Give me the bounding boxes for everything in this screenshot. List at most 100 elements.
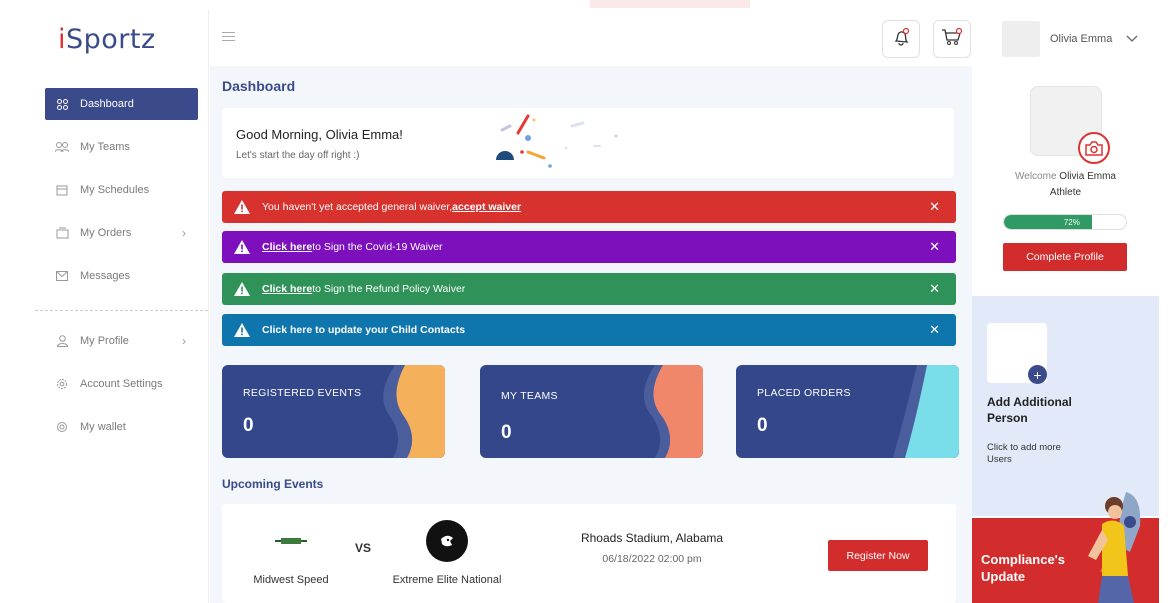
- sidebar-item-messages[interactable]: Messages: [45, 260, 198, 292]
- registered-events-card[interactable]: REGISTERED EVENTS 0: [222, 365, 445, 458]
- sidebar-item-dashboard[interactable]: Dashboard: [45, 88, 198, 120]
- compliance-title: Compliance's Update: [981, 552, 1066, 584]
- sidebar-item-label: My wallet: [80, 421, 126, 433]
- sidebar-item-my-schedules[interactable]: My Schedules: [45, 174, 198, 206]
- cart-button[interactable]: [933, 20, 971, 58]
- venue-name: Rhoads Stadium, Alabama: [580, 531, 724, 545]
- plus-icon[interactable]: +: [1028, 365, 1047, 384]
- event-venue: Rhoads Stadium, Alabama 06/18/2022 02:00…: [567, 531, 737, 565]
- main-content: Dashboard Good Morning, Olivia Emma! Let…: [210, 66, 972, 603]
- card-label: REGISTERED EVENTS: [243, 387, 362, 399]
- chevron-down-icon: [1126, 32, 1138, 46]
- close-icon[interactable]: ✕: [929, 281, 940, 297]
- greeting-card: Good Morning, Olivia Emma! Let's start t…: [222, 108, 954, 178]
- alert-text: to Sign the Covid-19 Waiver: [312, 241, 443, 253]
- sidebar-item-label: My Teams: [80, 141, 130, 153]
- sidebar-item-label: My Profile: [80, 335, 129, 347]
- sidebar-item-my-profile[interactable]: My Profile ›: [45, 325, 198, 357]
- team-logo: [270, 520, 312, 562]
- user-icon: [55, 334, 69, 348]
- warning-icon: [234, 282, 250, 296]
- warning-icon: [234, 323, 250, 337]
- logo[interactable]: iSportz: [58, 24, 156, 55]
- menu-icon[interactable]: [222, 32, 235, 42]
- sidebar-item-my-wallet[interactable]: My wallet: [45, 411, 198, 443]
- wallet-icon: [55, 420, 69, 434]
- sidebar-item-label: Account Settings: [80, 378, 163, 390]
- team-away: Extreme Elite National: [382, 520, 512, 586]
- orders-icon: [55, 226, 69, 240]
- close-icon[interactable]: ✕: [929, 322, 940, 338]
- alert-text: to Sign the Refund Policy Waiver: [312, 283, 466, 295]
- grid-icon: [55, 97, 69, 111]
- app: iSportz Dashboard My Teams My Schedules …: [0, 0, 1172, 603]
- vs-label: VS: [355, 541, 372, 555]
- add-person-card[interactable]: + Add Additional Person Click to add mor…: [972, 296, 1159, 516]
- user-name: Olivia Emma: [1050, 33, 1113, 45]
- progress-label: 72%: [1063, 217, 1080, 227]
- gear-icon: [55, 377, 69, 391]
- sidebar-item-label: Messages: [80, 270, 131, 282]
- bell-icon: [892, 27, 910, 52]
- camera-icon[interactable]: [1078, 132, 1110, 164]
- click-here-link[interactable]: Click here: [262, 241, 312, 253]
- my-teams-card[interactable]: MY TEAMS 0: [480, 365, 703, 458]
- calendar-icon: [55, 183, 69, 197]
- sidebar: iSportz Dashboard My Teams My Schedules …: [34, 10, 209, 603]
- confetti-illustration: [496, 114, 618, 168]
- card-value: 0: [501, 422, 512, 443]
- add-person-title: Add Additional Person: [987, 395, 1072, 425]
- sidebar-item-my-orders[interactable]: My Orders ›: [45, 217, 198, 249]
- card-value: 0: [757, 415, 768, 436]
- click-here-link[interactable]: Click here: [262, 283, 312, 295]
- divider: [35, 310, 208, 311]
- sidebar-item-account-settings[interactable]: Account Settings: [45, 368, 198, 400]
- progress-fill: 72%: [1004, 215, 1092, 229]
- upcoming-events-title: Upcoming Events: [222, 477, 324, 491]
- user-menu[interactable]: Olivia Emma: [1002, 20, 1138, 58]
- team-name: Extreme Elite National: [392, 574, 502, 586]
- add-person-subtitle: Click to add more Users: [987, 442, 1061, 465]
- greeting-subtitle: Let's start the day off right :): [236, 150, 360, 161]
- cart-icon: [941, 27, 963, 52]
- sidebar-item-label: My Schedules: [80, 184, 150, 196]
- register-now-button[interactable]: Register Now: [828, 540, 928, 571]
- card-decoration: [893, 365, 959, 458]
- sidebar-nav: Dashboard My Teams My Schedules My Order…: [35, 88, 208, 454]
- close-icon[interactable]: ✕: [929, 199, 940, 215]
- alert-text: Click here to update your Child Contacts: [262, 324, 466, 336]
- alert-text: You haven't yet accepted general waiver,: [262, 201, 453, 213]
- page-title: Dashboard: [222, 78, 296, 94]
- compliance-card[interactable]: Compliance's Update: [972, 492, 1159, 603]
- card-decoration: [383, 365, 445, 458]
- team-logo: [426, 520, 468, 562]
- profile-panel: Welcome Olivia Emma Athlete 72% Complete…: [972, 66, 1159, 603]
- event-row: Midwest Speed VS Extreme Elite National …: [222, 504, 956, 603]
- sidebar-item-label: My Orders: [80, 227, 132, 239]
- event-datetime: 06/18/2022 02:00 pm: [602, 553, 702, 565]
- team-home: Midwest Speed: [246, 520, 336, 586]
- child-contacts-alert[interactable]: Click here to update your Child Contacts…: [222, 314, 956, 346]
- rocket-illustration: [1088, 492, 1141, 603]
- sidebar-item-my-teams[interactable]: My Teams: [45, 131, 198, 163]
- waiver-alert: You haven't yet accepted general waiver,…: [222, 191, 956, 223]
- avatar: [1002, 21, 1040, 57]
- placed-orders-card[interactable]: PLACED ORDERS 0: [736, 365, 959, 458]
- teams-icon: [55, 140, 69, 154]
- warning-icon: [234, 200, 250, 214]
- warning-icon: [234, 240, 250, 254]
- accept-waiver-link[interactable]: accept waiver: [452, 201, 521, 213]
- welcome-prefix: Welcome: [1015, 171, 1060, 182]
- notification-button[interactable]: [882, 20, 920, 58]
- covid-waiver-alert: Click here to Sign the Covid-19 Waiver ✕: [222, 231, 956, 263]
- welcome-name: Olivia Emma: [1059, 171, 1116, 182]
- chevron-right-icon: ›: [182, 226, 186, 240]
- mail-icon: [55, 269, 69, 283]
- card-label: MY TEAMS: [501, 390, 558, 402]
- close-icon[interactable]: ✕: [929, 239, 940, 255]
- welcome-text: Welcome Olivia Emma Athlete: [972, 169, 1159, 201]
- greeting-title: Good Morning, Olivia Emma!: [236, 127, 403, 142]
- top-bar: [0, 0, 1172, 10]
- sidebar-item-label: Dashboard: [80, 98, 134, 110]
- complete-profile-button[interactable]: Complete Profile: [1003, 243, 1127, 271]
